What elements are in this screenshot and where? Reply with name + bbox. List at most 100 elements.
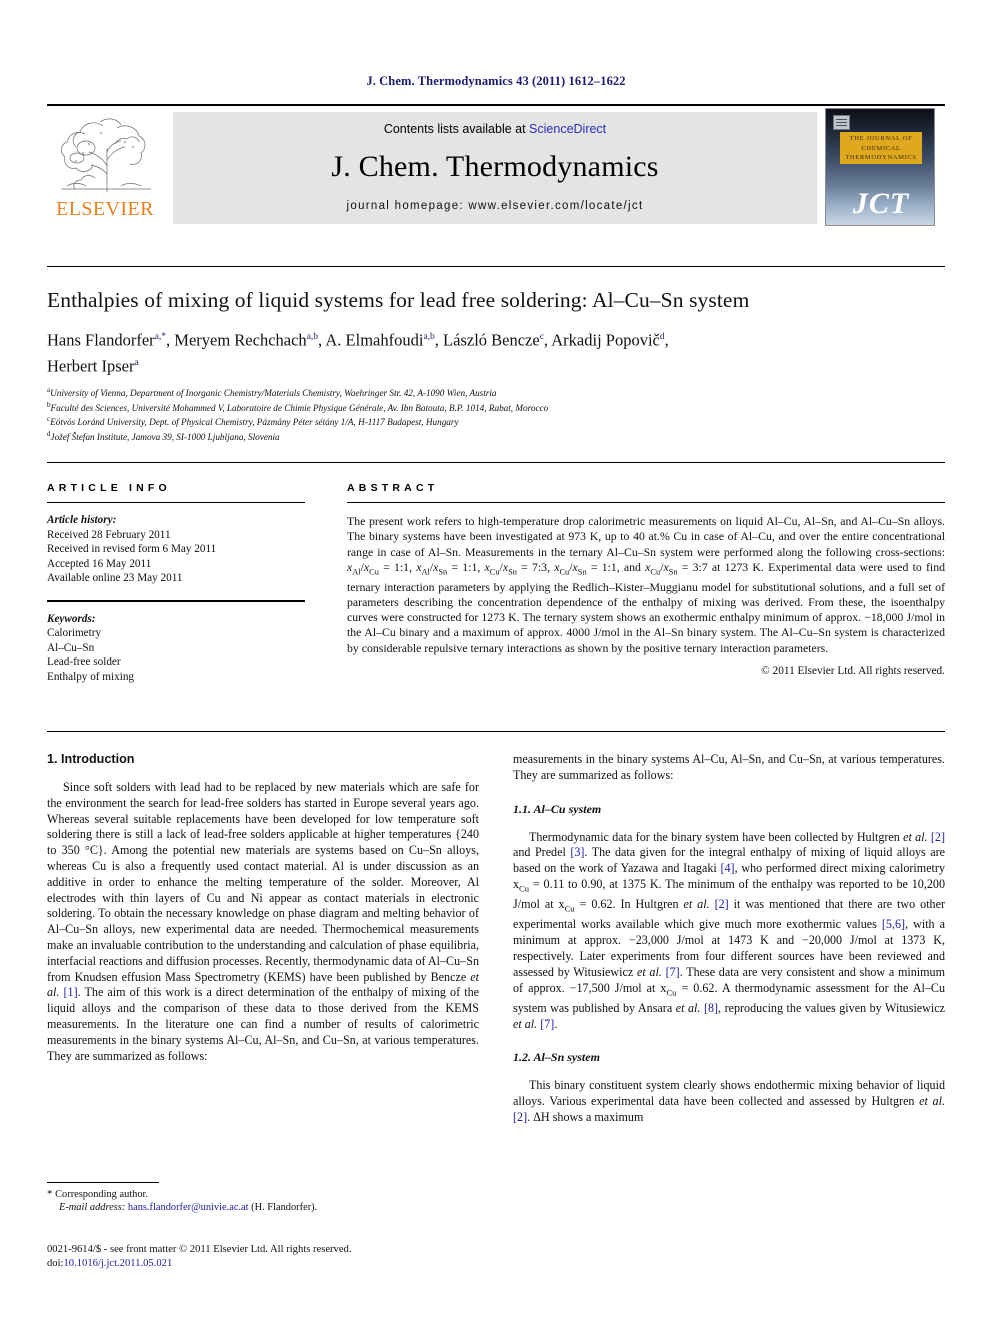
affiliation-item: aUniversity of Vienna, Department of Ino…	[47, 385, 945, 400]
body-column-right: measurements in the binary systems Al–Cu…	[513, 752, 945, 1126]
article-history: Article history: Received 28 February 20…	[47, 513, 305, 586]
article-page: J. Chem. Thermodynamics 43 (2011) 1612–1…	[0, 0, 992, 1323]
section-heading-al-cu: 1.1. Al–Cu system	[513, 801, 602, 816]
abstract-heading: ABSTRACT	[347, 482, 439, 494]
article-info-heading: ARTICLE INFO	[47, 482, 171, 494]
intro-text-c: . The aim of this work is a direct deter…	[47, 985, 479, 1063]
author-marks: a	[134, 357, 139, 368]
citation-ref-3[interactable]: [3]	[570, 845, 584, 859]
subscript-cu: Cu	[519, 883, 530, 894]
affiliation-item: cEötvös Loránd University, Dept. of Phys…	[47, 414, 945, 429]
doi-link[interactable]: 10.1016/j.jct.2011.05.021	[63, 1258, 172, 1269]
subscript-cu: Cu	[564, 903, 575, 914]
citation-ref-2c[interactable]: [2]	[513, 1110, 527, 1124]
citation-ref-7[interactable]: [7]	[666, 965, 680, 979]
infoband-bottom-rule	[47, 731, 945, 732]
journal-title: J. Chem. Thermodynamics	[331, 150, 659, 183]
contents-lists-line: Contents lists available at ScienceDirec…	[173, 122, 817, 136]
body-column-left: 1. Introduction Since soft solders with …	[47, 752, 479, 1064]
intro-paragraph-1: Since soft solders with lead had to be r…	[47, 780, 479, 1064]
author-name: A. Elmahfoudi	[325, 330, 424, 350]
email-label: E-mail address:	[59, 1202, 126, 1214]
article-history-label: Article history:	[47, 514, 117, 526]
asterisk-icon: *	[47, 1188, 53, 1200]
author-marks: d	[659, 332, 665, 342]
author-marks: a,b	[306, 332, 319, 342]
et-al: et al.	[636, 964, 662, 979]
article-info-rule	[47, 502, 305, 503]
keyword-item: Enthalpy of mixing	[47, 670, 135, 683]
elsevier-logo: ELSEVIER	[49, 112, 161, 224]
journal-cover-thumbnail: THE JOURNAL OF CHEMICAL THERMODYNAMICS J…	[825, 108, 935, 226]
abstract-text: The present work refers to high-temperat…	[347, 514, 945, 655]
affiliation-item: bFaculté des Sciences, Université Mohamm…	[47, 400, 945, 415]
affiliation-text: Faculté des Sciences, Université Mohamme…	[50, 402, 549, 413]
keywords-block: Keywords: Calorimetry Al–Cu–Sn Lead-free…	[47, 612, 305, 685]
infoband-top-rule	[47, 462, 945, 463]
email-link[interactable]: hans.flandorfer@univie.ac.at	[128, 1202, 249, 1213]
author-name: Hans Flandorfer	[47, 330, 155, 350]
article-info-column: ARTICLE INFO Article history: Received 2…	[47, 482, 305, 685]
author-name: László Bencze	[443, 330, 540, 350]
al-cu-text-11: , reproducing the values given by Witusi…	[718, 1000, 945, 1015]
citation-ref-4[interactable]: [4]	[720, 861, 734, 875]
al-sn-paragraph: This binary constituent system clearly s…	[513, 1078, 945, 1125]
al-cu-text-2: and Predel	[513, 845, 571, 860]
keyword-item: Calorimetry	[47, 627, 102, 640]
abstract-column: ABSTRACT The present work refers to high…	[347, 482, 945, 677]
author-marks: c	[539, 332, 544, 342]
citation-ref-2b[interactable]: [2]	[715, 897, 729, 911]
al-cu-paragraph: Thermodynamic data for the binary system…	[513, 830, 945, 1033]
keywords-rule	[47, 599, 305, 602]
page-title: Enthalpies of mixing of liquid systems f…	[47, 288, 750, 312]
et-al: et al.	[675, 1000, 701, 1015]
elsevier-tree-icon	[55, 114, 155, 196]
affiliation-item: dJožef Štefan Institute, Jamova 39, SI-1…	[47, 429, 945, 444]
journal-homepage[interactable]: journal homepage: www.elsevier.com/locat…	[173, 200, 817, 212]
keyword-item: Al–Cu–Sn	[47, 641, 95, 654]
footnote-rule	[47, 1182, 159, 1183]
author-marks: a,b	[423, 332, 435, 342]
intro-text-b: °C}. Among the potential new materials a…	[47, 843, 479, 984]
doi-line: doi:10.1016/j.jct.2011.05.021	[47, 1257, 507, 1271]
email-owner: (H. Flandorfer).	[251, 1202, 318, 1214]
et-al: et al.	[919, 1094, 945, 1109]
journal-masthead: ELSEVIER Contents lists available at Sci…	[47, 104, 945, 228]
history-item: Accepted 16 May 2011	[47, 557, 152, 570]
al-cu-text-12: .	[554, 1016, 558, 1031]
citation-ref-2[interactable]: [2]	[931, 830, 945, 844]
abstract-rule	[347, 502, 945, 503]
cover-stamp-icon	[833, 115, 850, 130]
keyword-item: Lead-free solder	[47, 656, 121, 669]
abstract-copyright: © 2011 Elsevier Ltd. All rights reserved…	[761, 665, 945, 678]
contents-lists-prefix: Contents lists available at	[383, 122, 530, 136]
al-sn-text-2: . ΔH shows a maximum	[527, 1109, 644, 1124]
issn-copyright-line: 0021-9614/$ - see front matter © 2011 El…	[47, 1244, 352, 1255]
running-head: J. Chem. Thermodynamics 43 (2011) 1612–1…	[366, 74, 626, 88]
et-al: et al.	[683, 897, 710, 912]
al-cu-text-1: Thermodynamic data for the binary system…	[529, 829, 904, 844]
al-sn-text-1: This binary constituent system clearly s…	[513, 1078, 945, 1109]
citation-ref-8[interactable]: [8]	[704, 1001, 718, 1015]
elsevier-wordmark: ELSEVIER	[56, 198, 154, 220]
cover-jct-mark: JCT	[852, 187, 910, 220]
affiliation-text: Jožef Štefan Institute, Jamova 39, SI-10…	[50, 432, 280, 443]
author-name: Herbert Ipser	[47, 356, 135, 375]
history-item: Available online 23 May 2011	[47, 572, 183, 585]
corresponding-author-text: Corresponding author.	[55, 1189, 149, 1200]
email-note: E-mail address: hans.flandorfer@univie.a…	[47, 1201, 479, 1214]
corresponding-author-note: * Corresponding author.	[47, 1188, 479, 1201]
keywords-label: Keywords:	[47, 612, 96, 625]
affiliation-list: aUniversity of Vienna, Department of Ino…	[47, 385, 945, 444]
citation-ref-1[interactable]: [1]	[64, 985, 78, 999]
cover-title-box: THE JOURNAL OF CHEMICAL THERMODYNAMICS	[840, 132, 922, 164]
author-list: Hans Flandorfera,*, Meryem Rechchacha,b,…	[47, 330, 669, 376]
sciencedirect-link[interactable]: ScienceDirect	[529, 122, 606, 136]
footnote-block: * Corresponding author. E-mail address: …	[47, 1188, 479, 1215]
affiliation-text: Eötvös Loránd University, Dept. of Physi…	[50, 417, 459, 428]
citation-ref-5-6[interactable]: [5,6]	[882, 917, 905, 931]
citation-ref-7b[interactable]: [7]	[540, 1017, 554, 1031]
history-item: Received 28 February 2011	[47, 528, 171, 541]
section-heading-al-sn: 1.2. Al–Sn system	[513, 1050, 600, 1065]
et-al: et al.	[903, 829, 928, 844]
